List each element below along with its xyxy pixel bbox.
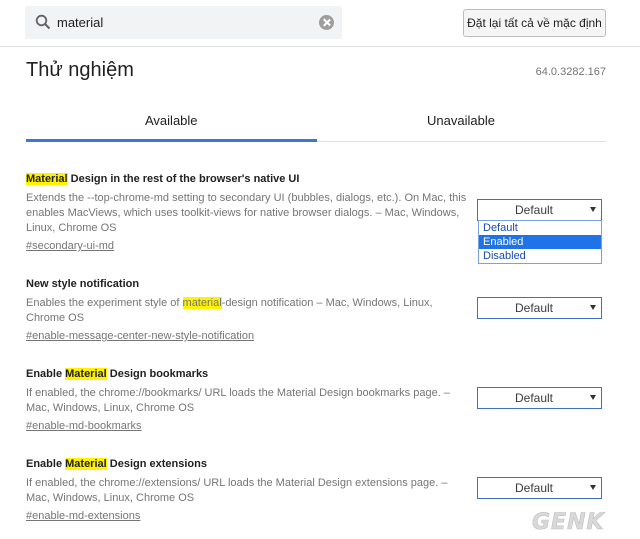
experiment-select[interactable]: Default	[477, 477, 602, 499]
chevron-down-icon	[590, 485, 596, 490]
experiment-title: New style notification	[26, 278, 140, 290]
experiment-md-bookmarks: Enable Material Design bookmarks If enab…	[26, 367, 471, 434]
experiment-title-text: Design in the rest of the browser's nati…	[67, 173, 300, 185]
search-highlight: Material	[26, 173, 68, 185]
top-bar: Đặt lại tất cả về mặc định	[0, 0, 640, 47]
search-input[interactable]	[57, 6, 307, 39]
experiment-md-extensions: Enable Material Design extensions If ena…	[26, 457, 471, 524]
page-title: Thử nghiệm	[26, 59, 134, 81]
search-highlight: Material	[65, 368, 107, 380]
experiment-link[interactable]: #enable-message-center-new-style-notific…	[26, 329, 254, 343]
experiment-title-text: Enable	[26, 458, 66, 470]
dropdown-option-enabled[interactable]: Enabled	[479, 235, 601, 249]
experiment-title-text: Design bookmarks	[106, 368, 209, 380]
search-box[interactable]	[25, 6, 342, 39]
description-text: Enables the experiment style of	[26, 297, 183, 309]
experiment-new-style-notification: New style notification Enables the exper…	[26, 277, 471, 344]
dropdown-option-disabled[interactable]: Disabled	[479, 249, 601, 263]
chevron-down-icon	[590, 207, 596, 212]
tab-available[interactable]: Available	[145, 113, 198, 128]
select-value: Default	[514, 301, 554, 315]
experiment-secondary-ui-md: Material Design in the rest of the brows…	[26, 172, 471, 254]
select-dropdown-list[interactable]: Default Enabled Disabled	[478, 220, 602, 264]
experiment-select[interactable]: Default	[477, 387, 602, 409]
experiment-description: Enables the experiment style of material…	[26, 296, 471, 326]
experiment-link[interactable]: #enable-md-extensions	[26, 509, 140, 523]
version-label: 64.0.3282.167	[535, 66, 606, 78]
experiment-link[interactable]: #secondary-ui-md	[26, 239, 114, 253]
experiment-title: Enable Material Design extensions	[26, 457, 471, 471]
reset-all-button[interactable]: Đặt lại tất cả về mặc định	[463, 9, 606, 37]
experiment-title: Material Design in the rest of the brows…	[26, 172, 471, 186]
experiment-select[interactable]: Default	[477, 199, 602, 221]
select-value: Default	[514, 391, 554, 405]
experiment-title-text: Design extensions	[106, 458, 207, 470]
search-highlight: Material	[65, 458, 107, 470]
experiment-description: If enabled, the chrome://bookmarks/ URL …	[26, 387, 450, 414]
watermark-text: GENK	[532, 510, 605, 534]
experiment-link[interactable]: #enable-md-bookmarks	[26, 419, 142, 433]
chevron-down-icon	[590, 305, 596, 310]
experiment-description: If enabled, the chrome://extensions/ URL…	[26, 477, 448, 504]
select-value: Default	[514, 481, 554, 495]
dropdown-option-default[interactable]: Default	[479, 221, 601, 235]
experiment-title: Enable Material Design bookmarks	[26, 367, 471, 381]
clear-search-icon[interactable]	[319, 15, 334, 30]
experiment-description: Extends the --top-chrome-md setting to s…	[26, 192, 467, 234]
experiment-select[interactable]: Default	[477, 297, 602, 319]
select-value: Default	[514, 203, 554, 217]
active-tab-indicator	[26, 139, 317, 142]
experiment-title-text: Enable	[26, 368, 66, 380]
chevron-down-icon	[590, 395, 596, 400]
tab-unavailable[interactable]: Unavailable	[427, 113, 495, 128]
search-icon	[35, 14, 51, 30]
genk-watermark-logo: GENK	[532, 510, 605, 534]
search-highlight: material	[182, 297, 222, 309]
